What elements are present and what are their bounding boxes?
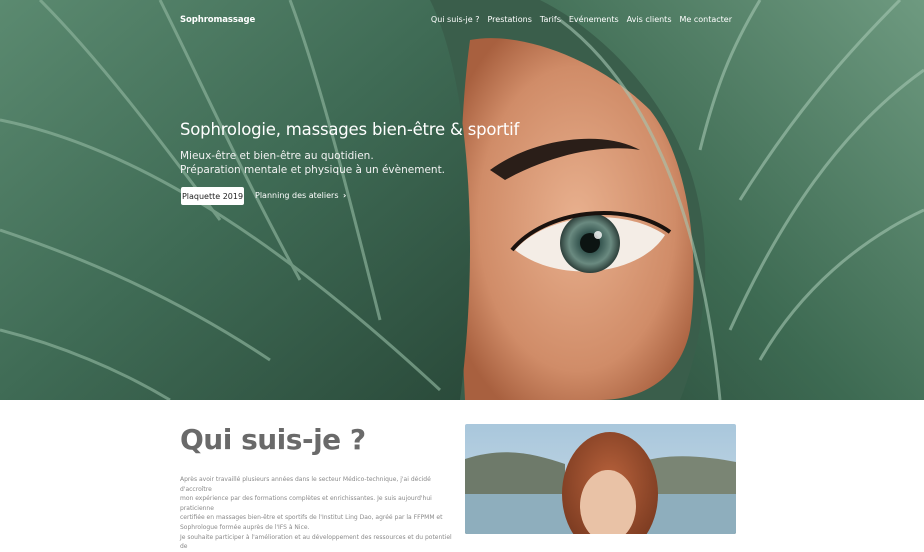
nav-link-qui-suis-je[interactable]: Qui suis-je ? — [431, 15, 480, 24]
hero-title: Sophrologie, massages bien-être & sporti… — [180, 120, 520, 139]
nav-link-tarifs[interactable]: Tarifs — [540, 15, 561, 24]
hero-subtitle-line-1: Mieux-être et bien-être au quotidien. — [180, 150, 374, 162]
about-title: Qui suis-je ? — [180, 423, 366, 456]
top-navbar: Sophromassage Qui suis-je ? Prestations … — [0, 0, 924, 40]
plaquette-button[interactable]: Plaquette 2019 — [181, 187, 244, 205]
nav-link-prestations[interactable]: Prestations — [487, 15, 531, 24]
nav-link-avis-clients[interactable]: Avis clients — [627, 15, 672, 24]
planning-link-label: Planning des ateliers — [255, 191, 339, 200]
portrait-image — [465, 424, 736, 534]
about-line-1: Après avoir travaillé plusieurs années d… — [180, 476, 431, 493]
hero-subtitle-line-2: Préparation mentale et physique à un évè… — [180, 164, 446, 176]
nav-links: Qui suis-je ? Prestations Tarifs Evéneme… — [431, 15, 732, 24]
hero-subtitle: Mieux-être et bien-être au quotidien. Pr… — [180, 149, 445, 177]
hero-background-image — [0, 0, 924, 400]
about-line-3: certifiée en massages bien-être et sport… — [180, 514, 443, 522]
about-line-5: Je souhaite participer à l'amélioration … — [180, 533, 452, 551]
brand-logo[interactable]: Sophromassage — [180, 15, 255, 25]
hero-banner: Sophromassage Qui suis-je ? Prestations … — [0, 0, 924, 400]
chevron-right-icon: › — [343, 191, 347, 200]
about-line-4: Sophrologue formée auprès de l'IFS à Nic… — [180, 523, 310, 531]
nav-link-evenements[interactable]: Evénements — [569, 15, 619, 24]
planning-link[interactable]: Planning des ateliers › — [255, 191, 346, 200]
about-line-2: mon expérience par des formations complè… — [180, 495, 432, 512]
about-paragraph: Après avoir travaillé plusieurs années d… — [180, 475, 452, 552]
nav-link-me-contacter[interactable]: Me contacter — [679, 15, 732, 24]
portrait-photo — [465, 424, 736, 534]
